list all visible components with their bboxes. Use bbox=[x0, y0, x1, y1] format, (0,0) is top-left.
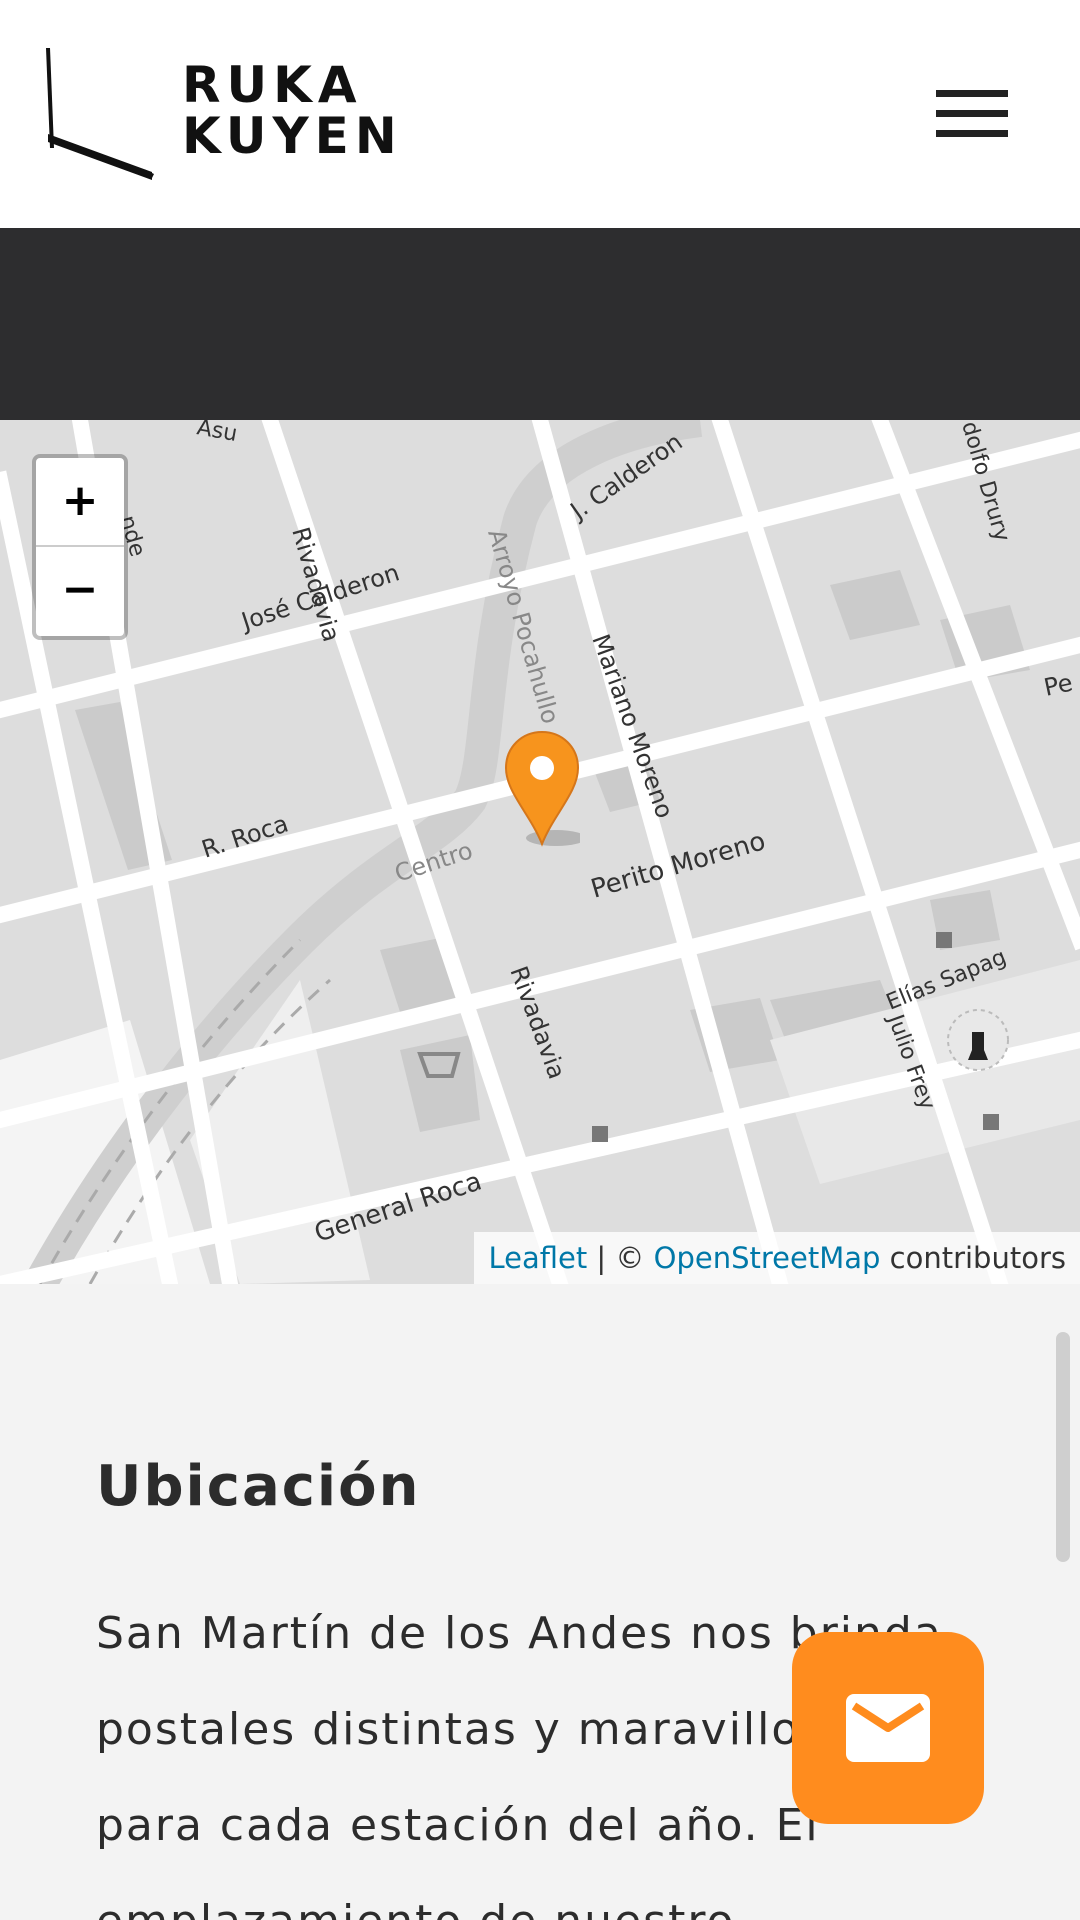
attribution-suffix: contributors bbox=[880, 1241, 1066, 1275]
ruka-kuyen-logo[interactable]: RUKA KUYEN bbox=[40, 42, 397, 182]
map-zoom-control: + − bbox=[32, 454, 128, 640]
menu-bar-bottom bbox=[936, 130, 1008, 137]
logo-k-mark-icon bbox=[46, 48, 154, 180]
mail-icon bbox=[846, 1694, 930, 1762]
attribution-separator: | © bbox=[587, 1241, 654, 1275]
scrollbar-thumb[interactable] bbox=[1056, 1332, 1070, 1562]
logo-line-1: RUKA bbox=[182, 56, 363, 114]
zoom-out-button[interactable]: − bbox=[36, 547, 124, 636]
hamburger-menu-button[interactable] bbox=[930, 86, 1010, 146]
openstreetmap-link[interactable]: OpenStreetMap bbox=[654, 1241, 881, 1275]
paragraph-line-4: emplazamiento de nuestro bbox=[96, 1874, 996, 1920]
location-section: Ubicación San Martín de los Andes nos br… bbox=[0, 1284, 1080, 1920]
menu-bar-middle bbox=[936, 110, 1008, 117]
logo-wordmark: RUKA KUYEN bbox=[182, 60, 403, 162]
leaflet-link[interactable]: Leaflet bbox=[488, 1241, 587, 1275]
zoom-in-button[interactable]: + bbox=[36, 458, 124, 547]
site-header: RUKA KUYEN bbox=[0, 0, 1080, 228]
hero-band bbox=[0, 228, 1080, 420]
location-map[interactable]: Rivadavia José Calderon J. Calderon Arro… bbox=[0, 420, 1080, 1284]
contact-fab-button[interactable] bbox=[792, 1632, 984, 1824]
section-heading: Ubicación bbox=[96, 1454, 421, 1519]
logo-line-2: KUYEN bbox=[182, 107, 403, 165]
menu-bar-top bbox=[936, 90, 1008, 97]
street-label-pe: Pe bbox=[1041, 669, 1075, 702]
location-marker-icon[interactable] bbox=[504, 730, 580, 854]
map-attribution: Leaflet | © OpenStreetMap contributors bbox=[474, 1232, 1080, 1284]
